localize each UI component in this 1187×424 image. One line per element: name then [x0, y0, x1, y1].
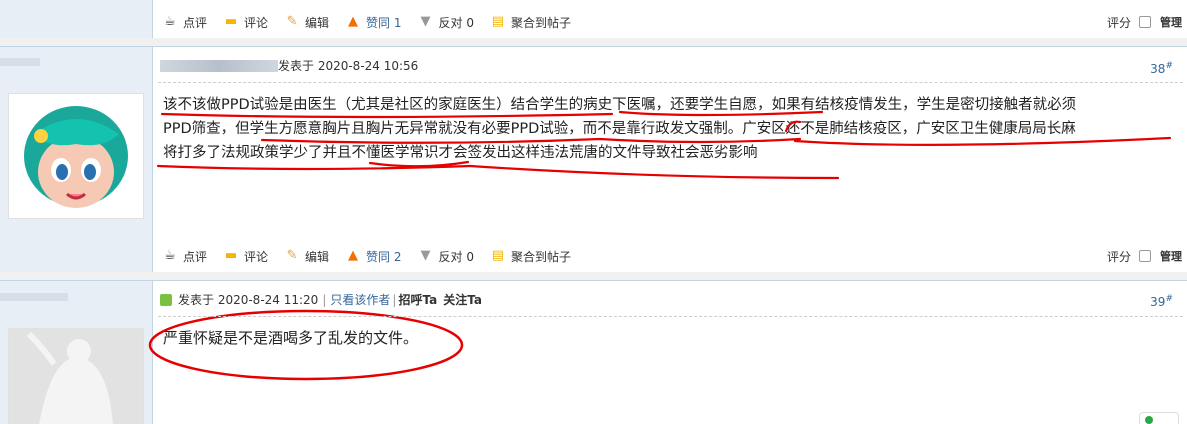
- manage-checkbox[interactable]: [1139, 16, 1151, 28]
- post-line: 将打多了法规政策学少了并且不懂医学常识才会签发出这样违法荒唐的文件导致社会恶劣影…: [163, 145, 758, 161]
- post-body: 该不该做PPD试验是由医生（尤其是社区的家庭医生）结合学生的病史下医嘱，还要学生…: [163, 93, 1173, 165]
- manage-label[interactable]: 管理: [1160, 14, 1182, 30]
- score-label[interactable]: 评分: [1107, 14, 1131, 31]
- manage-checkbox[interactable]: [1139, 250, 1151, 262]
- post-action-bar: ☕ 点评 ▬ 评论 ✎ 编辑 ▲ 赞同 1 ▼ 反对 0 ▤ 聚合到帖子 评分 管理: [162, 11, 1182, 33]
- only-author-link[interactable]: 只看该作者: [330, 291, 390, 308]
- edit-button[interactable]: ✎ 编辑: [284, 248, 329, 265]
- floating-widget[interactable]: [1139, 412, 1179, 424]
- arrow-down-icon: ▼: [420, 14, 431, 29]
- arrow-down-icon: ▼: [420, 248, 431, 263]
- comment-label: 评论: [244, 15, 269, 30]
- floor-number[interactable]: 38#: [1150, 61, 1173, 76]
- post-body: 严重怀疑是不是酒喝多了乱发的文件。: [163, 326, 1173, 350]
- rate-label: 点评: [183, 15, 208, 30]
- coffee-icon: ☕: [164, 248, 176, 263]
- sidebar-name-placeholder: [0, 293, 68, 301]
- divider-bar: |: [322, 292, 327, 307]
- oppose-label: 反对 0: [438, 249, 474, 264]
- floor-number-value: 38: [1150, 62, 1166, 76]
- pencil-icon: ✎: [286, 248, 298, 263]
- separator-line: [0, 280, 1187, 281]
- edit-label: 编辑: [305, 15, 330, 30]
- floor-sup: #: [1165, 294, 1173, 304]
- separator-line: [0, 46, 1187, 47]
- like-button[interactable]: ▲ 赞同 1: [345, 14, 401, 31]
- online-icon: [160, 293, 172, 306]
- avatar[interactable]: [8, 93, 144, 219]
- floor-number-value: 39: [1150, 295, 1166, 309]
- oppose-button[interactable]: ▼ 反对 0: [418, 14, 474, 31]
- meta-divider: [158, 316, 1183, 317]
- post-time: 发表于 2020-8-24 10:56: [278, 59, 419, 73]
- pencil-icon: ✎: [286, 14, 298, 29]
- oppose-label: 反对 0: [438, 15, 474, 30]
- edit-button[interactable]: ✎ 编辑: [284, 14, 329, 31]
- coffee-icon: ☕: [164, 14, 176, 29]
- avatar[interactable]: [8, 328, 144, 424]
- rate-label: 点评: [183, 249, 208, 264]
- floor-sup: #: [1165, 61, 1173, 71]
- avatar-cartoon-girl-icon: [9, 94, 143, 218]
- post-meta: 发表于 2020-8-24 10:56: [160, 57, 418, 74]
- comment-label: 评论: [244, 249, 269, 264]
- gather-label: 聚合到帖子: [510, 249, 571, 264]
- speech-bubble-icon: ▬: [224, 248, 238, 263]
- blurred-username: [160, 59, 278, 72]
- divider-bar: |: [392, 292, 397, 307]
- greet-link[interactable]: 招呼Ta: [398, 291, 437, 308]
- gather-button[interactable]: ▤ 聚合到帖子: [490, 248, 571, 265]
- post-divider: [0, 38, 1187, 46]
- post-divider: [0, 272, 1187, 280]
- manage-label[interactable]: 管理: [1160, 248, 1182, 264]
- edit-label: 编辑: [305, 249, 330, 264]
- post-line: PPD筛查，但学生方愿意胸片且胸片无异常就没有必要PPD试验，而不是靠行政发文强…: [163, 121, 1076, 137]
- sidebar-name-placeholder: [0, 58, 40, 66]
- gather-label: 聚合到帖子: [510, 15, 571, 30]
- folder-icon: ▤: [491, 248, 505, 263]
- post-action-bar: ☕ 点评 ▬ 评论 ✎ 编辑 ▲ 赞同 2 ▼ 反对 0 ▤ 聚合到帖子 评分 管理: [162, 245, 1182, 267]
- post-line: 该不该做PPD试验是由医生（尤其是社区的家庭医生）结合学生的病史下医嘱，还要学生…: [163, 97, 1077, 113]
- comment-button[interactable]: ▬ 评论: [223, 14, 268, 31]
- post-line: 严重怀疑是不是酒喝多了乱发的文件。: [163, 329, 419, 347]
- rate-button[interactable]: ☕ 点评: [162, 248, 207, 265]
- default-avatar-icon: [9, 329, 143, 424]
- floor-number[interactable]: 39#: [1150, 294, 1173, 309]
- comment-button[interactable]: ▬ 评论: [223, 248, 268, 265]
- speech-bubble-icon: ▬: [224, 14, 238, 29]
- like-label: 赞同 1: [366, 15, 402, 30]
- gather-button[interactable]: ▤ 聚合到帖子: [490, 14, 571, 31]
- arrow-up-icon: ▲: [348, 248, 359, 263]
- oppose-button[interactable]: ▼ 反对 0: [418, 248, 474, 265]
- arrow-up-icon: ▲: [348, 14, 359, 29]
- post-time: 发表于 2020-8-24 11:20: [178, 293, 319, 307]
- folder-icon: ▤: [491, 14, 505, 29]
- score-label[interactable]: 评分: [1107, 248, 1131, 265]
- follow-link[interactable]: 关注Ta: [443, 291, 482, 308]
- like-button[interactable]: ▲ 赞同 2: [345, 248, 401, 265]
- rate-button[interactable]: ☕ 点评: [162, 14, 207, 31]
- like-label: 赞同 2: [366, 249, 402, 264]
- status-dot-icon: [1145, 416, 1153, 424]
- post-meta: 发表于 2020-8-24 11:20 | 只看该作者 | 招呼Ta 关注Ta: [160, 291, 482, 308]
- meta-divider: [158, 82, 1183, 83]
